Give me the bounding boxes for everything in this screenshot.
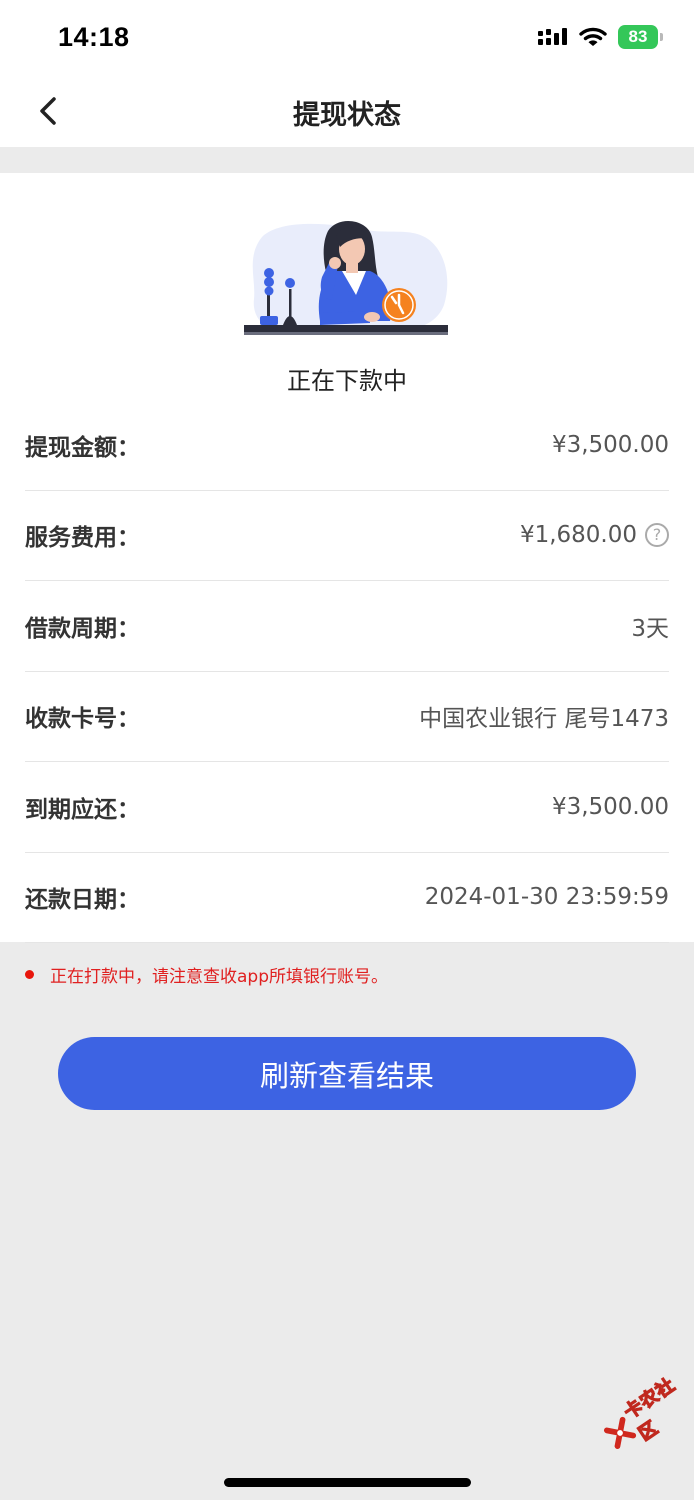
nav-bar: 提现状态 <box>0 75 694 147</box>
detail-row-repayment-date: 还款日期： 2024-01-30 23:59:59 <box>25 853 669 943</box>
bank-card-value: 中国农业银行 尾号1473 <box>419 706 669 733</box>
due-amount-value: ¥3,500.00 <box>551 793 669 820</box>
detail-label: 服务费用： <box>25 525 140 552</box>
page-title: 提现状态 <box>293 100 401 131</box>
withdrawal-status-card: 正在下款中 提现金额： ¥3,500.00 服务费用： ¥1,680.00 ? … <box>0 173 694 943</box>
cellular-signal-icon <box>538 28 567 45</box>
detail-label: 还款日期： <box>25 887 140 914</box>
refresh-results-button[interactable]: 刷新查看结果 <box>58 1037 636 1110</box>
repayment-date-value: 2024-01-30 23:59:59 <box>424 884 669 911</box>
detail-label: 收款卡号： <box>25 706 140 733</box>
notice-text: 正在打款中，请注意查收app所填银行账号。 <box>50 967 388 987</box>
detail-row-service-fee: 服务费用： ¥1,680.00 ? <box>25 491 669 581</box>
detail-row-due-amount: 到期应还： ¥3,500.00 <box>25 762 669 853</box>
detail-value: 2024-01-30 23:59:59 <box>425 884 669 910</box>
detail-value: ¥3,500.00 <box>552 794 669 820</box>
detail-row-bank-card: 收款卡号： 中国农业银行 尾号1473 <box>25 672 669 762</box>
home-indicator[interactable] <box>224 1478 471 1487</box>
woman-waiting-illustration <box>244 220 448 335</box>
service-fee-value: ¥1,680.00 <box>519 522 637 549</box>
wifi-icon <box>579 27 607 46</box>
detail-label: 借款周期： <box>25 615 140 642</box>
watermark: 卡农社区 <box>593 1359 694 1465</box>
top-header: 14:18 83 提现状态 <box>0 0 694 147</box>
amount-value: ¥3,500.00 <box>551 431 669 458</box>
status-icons: 83 <box>538 25 663 49</box>
battery-level: 83 <box>628 27 648 46</box>
status-bar: 14:18 83 <box>0 0 694 75</box>
detail-label: 到期应还： <box>25 796 140 823</box>
detail-value: 中国农业银行 尾号1473 <box>419 699 669 733</box>
status-label: 正在下款中 <box>287 367 407 395</box>
battery-indicator: 83 <box>618 25 663 49</box>
detail-label: 提现金额： <box>25 434 140 461</box>
detail-row-loan-period: 借款周期： 3天 <box>25 581 669 672</box>
detail-row-amount: 提现金额： ¥3,500.00 <box>25 400 669 491</box>
question-circle-icon[interactable]: ? <box>645 523 669 548</box>
alert-dot-icon <box>25 970 34 979</box>
battery-cap <box>660 33 663 41</box>
detail-value: ¥3,500.00 <box>552 432 669 458</box>
payment-notice: 正在打款中，请注意查收app所填银行账号。 <box>25 962 388 987</box>
detail-value: 3天 <box>631 609 669 643</box>
detail-value: ¥1,680.00 ? <box>520 522 669 548</box>
details-list: 提现金额： ¥3,500.00 服务费用： ¥1,680.00 ? 借款周期： … <box>25 400 669 943</box>
status-time: 14:18 <box>58 22 130 52</box>
loan-period-value: 3天 <box>631 615 669 642</box>
